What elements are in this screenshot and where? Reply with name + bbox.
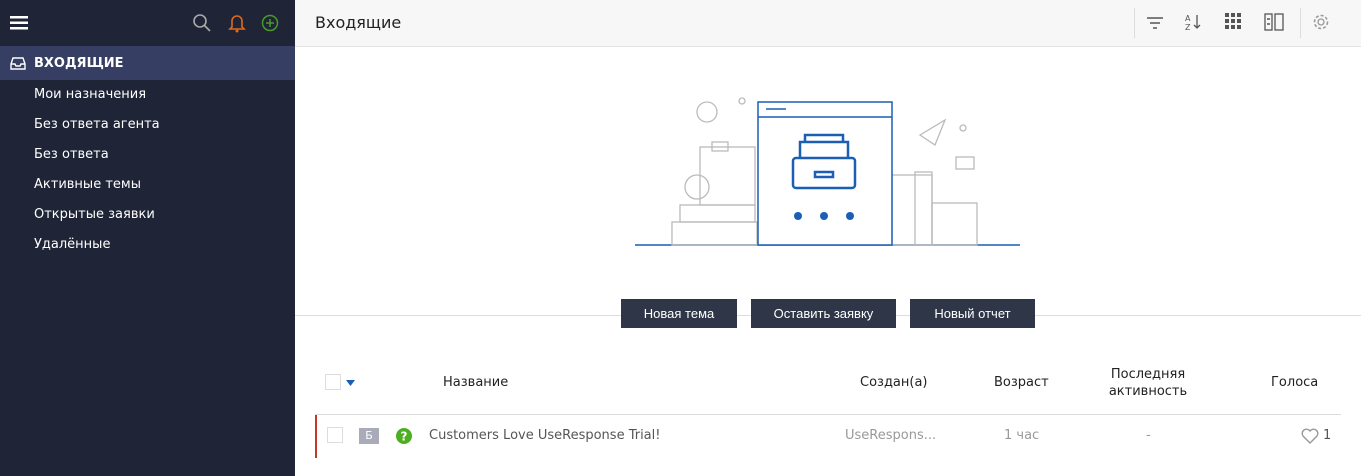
column-label: Последняя	[1110, 367, 1186, 382]
column-votes[interactable]: Голоса	[1271, 375, 1318, 390]
filter-icon[interactable]	[1145, 12, 1165, 32]
split-view-icon[interactable]	[1264, 12, 1286, 32]
row-age: 1 час	[1004, 428, 1040, 443]
row-created[interactable]: UseRespons...	[845, 428, 936, 443]
empty-inbox-illustration	[635, 97, 1020, 246]
svg-text:Z: Z	[1185, 23, 1191, 32]
gear-icon[interactable]	[1311, 12, 1331, 32]
sidebar-item-no-reply[interactable]: Без ответа	[0, 140, 295, 170]
row-checkbox[interactable]	[327, 427, 343, 443]
row-title-link[interactable]: Customers Love UseResponse Trial!	[429, 428, 660, 443]
bell-icon[interactable]	[228, 13, 246, 33]
svg-text:A: A	[1185, 14, 1191, 23]
heart-icon[interactable]	[1301, 428, 1319, 444]
column-age[interactable]: Возраст	[994, 375, 1049, 390]
new-topic-button[interactable]: Новая тема	[621, 299, 737, 328]
sidebar: ВХОДЯЩИЕ Мои назначения Без ответа агент…	[0, 0, 295, 476]
sidebar-item-my-assignments[interactable]: Мои назначения	[0, 80, 295, 110]
inbox-icon	[10, 56, 26, 70]
question-icon: ?	[396, 428, 412, 444]
svg-text:?: ?	[401, 430, 408, 444]
sidebar-item-inbox[interactable]: ВХОДЯЩИЕ	[0, 46, 295, 80]
sort-icon[interactable]: AZ	[1184, 12, 1204, 32]
page-title: Входящие	[315, 13, 402, 32]
sidebar-item-active-topics[interactable]: Активные темы	[0, 170, 295, 200]
sidebar-item-deleted[interactable]: Удалённые	[0, 230, 295, 260]
divider	[1134, 8, 1135, 38]
grid-view-icon[interactable]	[1224, 12, 1244, 32]
leave-ticket-button[interactable]: Оставить заявку	[751, 299, 896, 328]
chevron-down-icon[interactable]	[346, 380, 356, 386]
header: Входящие AZ	[295, 0, 1361, 47]
sidebar-item-no-agent-reply[interactable]: Без ответа агента	[0, 110, 295, 140]
divider	[1300, 8, 1301, 38]
column-label: активность	[1108, 384, 1188, 399]
new-report-button[interactable]: Новый отчет	[910, 299, 1035, 328]
row-votes: 1	[1323, 428, 1332, 443]
sidebar-item-label: ВХОДЯЩИЕ	[34, 55, 124, 71]
column-created[interactable]: Создан(а)	[860, 375, 928, 390]
select-all-checkbox[interactable]	[325, 374, 341, 390]
type-badge: Б	[359, 428, 379, 444]
menu-icon[interactable]	[10, 16, 28, 30]
row-activity: -	[1146, 428, 1151, 443]
sidebar-item-open-tickets[interactable]: Открытые заявки	[0, 200, 295, 230]
column-name[interactable]: Название	[443, 375, 508, 390]
table-row[interactable]: Б ? Customers Love UseResponse Trial! Us…	[315, 415, 1341, 458]
search-icon[interactable]	[192, 13, 212, 33]
add-icon[interactable]	[260, 13, 280, 33]
column-last-activity[interactable]: Последняя активность	[1100, 366, 1196, 400]
